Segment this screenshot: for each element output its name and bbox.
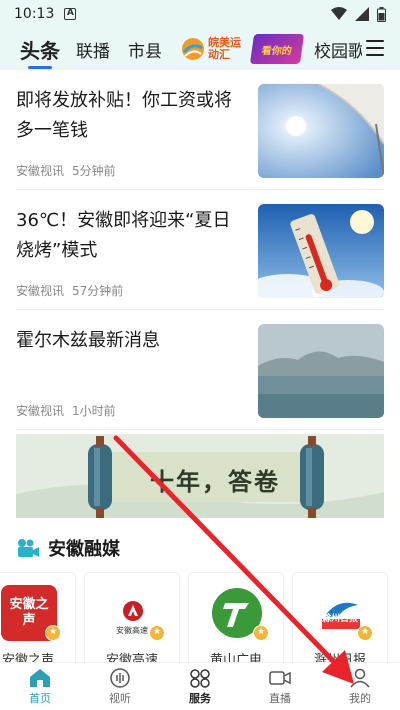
sea-landscape-image [258, 324, 384, 418]
tab-lianbo[interactable]: 联播 [76, 37, 110, 62]
sun-umbrella-image [258, 84, 384, 178]
nav-mine[interactable]: 我的 [320, 663, 400, 710]
tab-city-county[interactable]: 市县 [128, 37, 162, 62]
nav-home[interactable]: 首页 [0, 663, 80, 710]
account-name: 安徽之声 [1, 653, 54, 662]
news-title: 即将发放补贴！你工资或将多一笔钱 [16, 90, 232, 141]
account-carousel[interactable]: 安徽之声 ★ 安徽之声 安徽高速 ★ 安徽高速 ★ 黄山广电 滁州日报 ★ 滁州… [0, 572, 400, 662]
news-thumbnail [258, 84, 384, 178]
nav-service[interactable]: 服务 [160, 663, 240, 710]
nav-label: 视听 [109, 692, 131, 705]
nav-audio-visual[interactable]: 视听 [80, 663, 160, 710]
service-icon [190, 669, 210, 688]
thermometer-image [258, 204, 384, 298]
sport-logo-icon [182, 38, 204, 60]
video-icon [269, 671, 291, 685]
tab-sport-logo[interactable]: 皖美运动汇 [180, 36, 242, 62]
section-header: 安徽融媒 [16, 535, 120, 561]
bottom-nav: 首页 视听 服务 直播 我的 [0, 662, 400, 710]
verified-star-icon: ★ [149, 625, 165, 641]
nav-label: 我的 [349, 692, 371, 705]
account-logo-text: 安徽高速 [116, 626, 148, 635]
news-meta: 安徽视讯 5分钟前 [16, 162, 116, 179]
account-card[interactable]: 安徽之声 ★ 安徽之声 [0, 572, 76, 662]
verified-star-icon: ★ [45, 625, 61, 641]
news-time: 5分钟前 [72, 164, 116, 178]
news-title: 36℃！安徽即将迎来“夏日烧烤”模式 [16, 210, 231, 261]
sport-logo-text: 皖美运动汇 [208, 36, 241, 61]
status-icons [331, 6, 386, 22]
news-source: 安徽视讯 [16, 404, 65, 418]
tab-headlines[interactable]: 头条 [20, 35, 60, 69]
news-item[interactable]: 36℃！安徽即将迎来“夏日烧烤”模式 安徽视讯 57分钟前 [16, 190, 384, 310]
section-title: 安徽融媒 [48, 539, 120, 560]
news-title: 霍尔木兹最新消息 [16, 330, 160, 351]
menu-icon[interactable] [366, 40, 384, 56]
account-card[interactable]: 安徽高速 ★ 安徽高速 [84, 572, 180, 662]
nav-live[interactable]: 直播 [240, 663, 320, 710]
account-card[interactable]: 滁州日报 ★ 滁州日报 [292, 572, 388, 662]
a-badge-icon: A [64, 8, 77, 20]
news-meta: 安徽视讯 1小时前 [16, 402, 116, 419]
person-icon [350, 668, 370, 688]
video-camera-icon [18, 539, 39, 557]
account-logo-text: 滁州日报 [321, 614, 358, 624]
verified-star-icon: ★ [357, 625, 373, 641]
news-item[interactable]: 霍尔木兹最新消息 安徽视讯 1小时前 [16, 310, 384, 430]
account-logo-text: 安徽之声 [9, 597, 49, 628]
account-name: 滁州日报 [313, 653, 366, 662]
news-thumbnail [258, 324, 384, 418]
audio-icon [110, 668, 130, 688]
home-icon [30, 669, 50, 687]
news-source: 安徽视讯 [16, 284, 65, 298]
nav-label: 首页 [29, 692, 51, 705]
wifi-icon [331, 7, 347, 20]
promo-banner[interactable]: 十年，答卷 [16, 434, 384, 518]
tab-campus-song[interactable]: 校园歌 [314, 37, 362, 62]
news-source: 安徽视讯 [16, 164, 65, 178]
news-meta: 安徽视讯 57分钟前 [16, 282, 123, 299]
anhui-highway-logo-icon [123, 601, 143, 621]
news-time: 57分钟前 [72, 284, 124, 298]
banner-text: 十年，答卷 [150, 467, 280, 496]
news-feed[interactable]: 即将发放补贴！你工资或将多一笔钱 安徽视讯 5分钟前 36℃！安徽即将迎来“夏日… [0, 70, 400, 662]
battery-icon [377, 6, 386, 22]
nav-label: 直播 [269, 692, 291, 705]
account-name: 黄山广电 [209, 653, 262, 662]
status-time: 10:13 [14, 6, 55, 22]
news-thumbnail [258, 204, 384, 298]
news-item[interactable]: 即将发放补贴！你工资或将多一笔钱 安徽视讯 5分钟前 [16, 70, 384, 190]
signal-icon [355, 7, 369, 21]
tab-game-logo[interactable]: 看你的 [249, 34, 305, 64]
status-bar: 10:13 A [0, 0, 400, 28]
channel-tab-bar: 头条 联播 市县 皖美运动汇 看你的 校园歌 [0, 28, 400, 70]
verified-star-icon: ★ [253, 625, 269, 641]
account-name: 安徽高速 [105, 653, 158, 662]
nav-label: 服务 [189, 692, 211, 705]
news-time: 1小时前 [72, 404, 116, 418]
account-card[interactable]: ★ 黄山广电 [188, 572, 284, 662]
game-logo-text: 看你的 [260, 45, 293, 57]
